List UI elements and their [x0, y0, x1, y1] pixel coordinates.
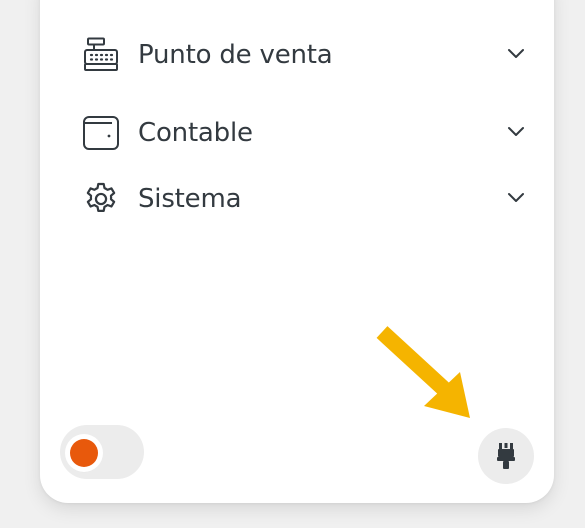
toggle-knob [70, 439, 98, 467]
menu-item-sistema[interactable]: Sistema [82, 177, 532, 221]
chevron-down-icon [508, 127, 524, 136]
menu-item-label: Punto de venta [138, 40, 333, 70]
pointer-arrow-icon [376, 326, 470, 418]
menu-item-label: Contable [138, 118, 253, 148]
paint-brush-icon [497, 443, 515, 469]
menu-item-contable[interactable]: Contable [82, 111, 532, 155]
chevron-down-icon [508, 193, 524, 202]
menu-item-punto-de-venta[interactable]: Punto de venta [82, 33, 532, 77]
theme-toggle[interactable] [60, 425, 144, 479]
menu-item-label: Sistema [138, 184, 242, 214]
cash-register-icon [82, 36, 120, 74]
chevron-down-icon [508, 49, 524, 58]
gear-icon [82, 180, 120, 218]
customize-button[interactable] [478, 428, 534, 484]
wallet-icon [82, 114, 120, 152]
